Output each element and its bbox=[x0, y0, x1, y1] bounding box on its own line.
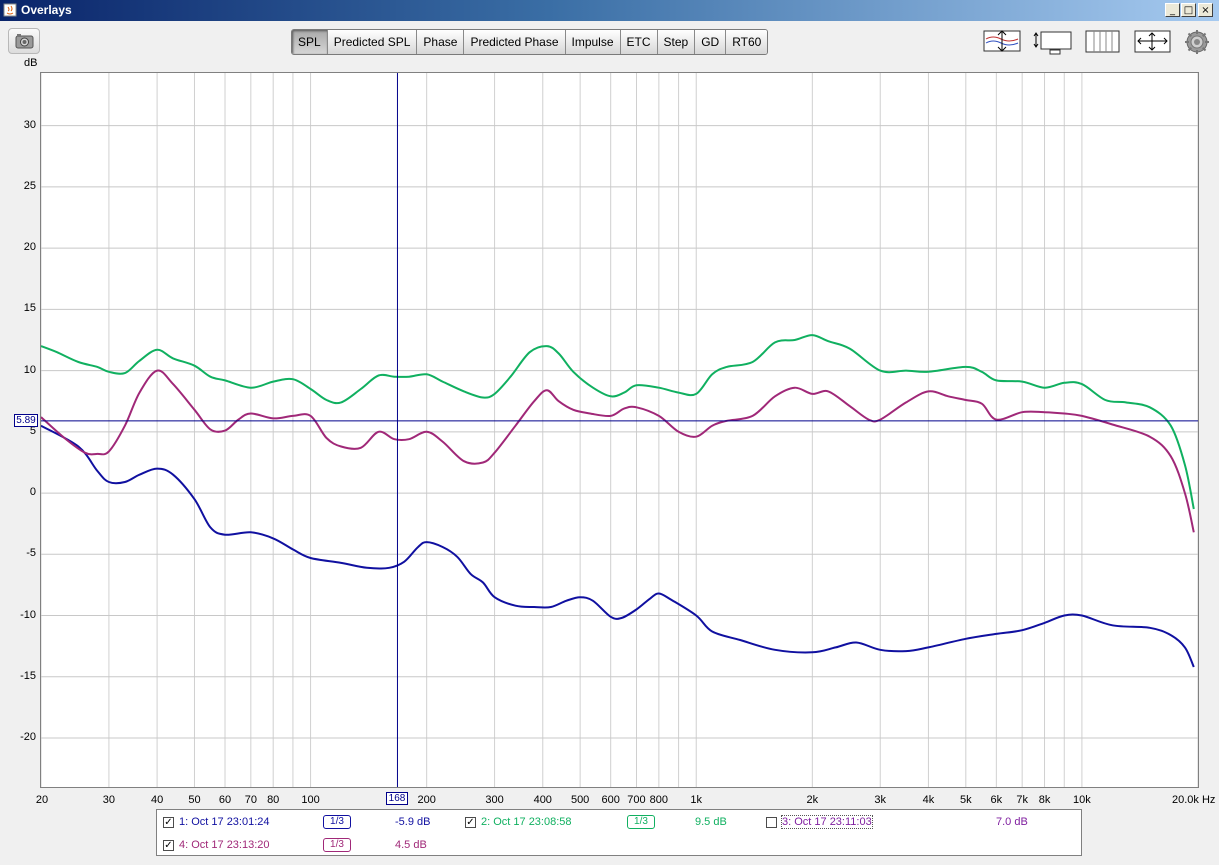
y-tick-label: 0 bbox=[29, 486, 36, 499]
x-tick-label: 40 bbox=[150, 794, 164, 806]
spl-chart[interactable] bbox=[41, 73, 1198, 787]
java-app-icon bbox=[3, 3, 17, 17]
grid-spacing-icon[interactable] bbox=[1085, 29, 1121, 55]
series-line-2 bbox=[41, 334, 1195, 510]
x-tick-label: 800 bbox=[649, 794, 669, 806]
legend-smoothing-4[interactable]: 1/3 bbox=[323, 838, 351, 852]
x-tick-label: 700 bbox=[627, 794, 646, 806]
legend-checkbox-1[interactable]: ✓ bbox=[163, 817, 174, 828]
y-tick-label: -20 bbox=[20, 731, 36, 743]
legend-value-3: 7.0 dB bbox=[996, 816, 1028, 828]
cursor-y-readout: 5.89 bbox=[14, 414, 38, 427]
x-tick-label: 6k bbox=[990, 794, 1003, 806]
camera-button[interactable] bbox=[8, 28, 40, 54]
close-button[interactable]: × bbox=[1198, 3, 1213, 17]
tab-etc[interactable]: ETC bbox=[620, 30, 658, 54]
legend-checkbox-4[interactable]: ✓ bbox=[163, 840, 174, 851]
tab-spl[interactable]: SPL bbox=[292, 30, 328, 54]
camera-icon bbox=[15, 34, 34, 49]
y-tick-label: -5 bbox=[26, 547, 36, 560]
legend-value-4: 4.5 dB bbox=[395, 839, 427, 851]
x-tick-label: 400 bbox=[533, 794, 552, 806]
maximize-button[interactable]: □ bbox=[1181, 3, 1196, 17]
x-tick-label: 4k bbox=[922, 794, 935, 806]
pan-zoom-icon[interactable] bbox=[1134, 29, 1172, 55]
y-tick-label: -10 bbox=[20, 608, 36, 621]
tab-predicted-phase[interactable]: Predicted Phase bbox=[464, 30, 566, 54]
spl-plot-area[interactable] bbox=[40, 72, 1199, 788]
x-tick-label: 7k bbox=[1016, 794, 1028, 806]
tab-step[interactable]: Step bbox=[657, 30, 696, 54]
y-tick-label: 15 bbox=[23, 302, 36, 315]
legend-name-2: 2: Oct 17 23:08:58 bbox=[481, 816, 572, 828]
series-lines bbox=[41, 334, 1195, 668]
x-tick-label: 300 bbox=[485, 794, 504, 806]
graph-limits-icon[interactable] bbox=[1033, 29, 1073, 55]
cursor-crosshair bbox=[41, 73, 1198, 787]
legend-value-2: 9.5 dB bbox=[695, 816, 727, 828]
legend-smoothing-2[interactable]: 1/3 bbox=[627, 815, 655, 829]
legend-value-1: -5.9 dB bbox=[395, 816, 431, 828]
x-tick-label: 30 bbox=[102, 794, 116, 806]
graph-tabs: SPL Predicted SPL Phase Predicted Phase … bbox=[291, 29, 769, 55]
legend-smoothing-1[interactable]: 1/3 bbox=[323, 815, 351, 829]
x-tick-label: 10k bbox=[1073, 794, 1091, 806]
y-axis-unit: dB bbox=[24, 57, 38, 69]
x-tick-label: 500 bbox=[570, 794, 590, 806]
y-tick-label: 10 bbox=[23, 363, 36, 376]
minor-gridlines bbox=[41, 73, 1198, 787]
x-tick-label: 200 bbox=[417, 794, 436, 806]
toolbar: SPL Predicted SPL Phase Predicted Phase … bbox=[0, 22, 1219, 62]
x-tick-label: 70 bbox=[244, 794, 257, 806]
x-tick-label: 1k bbox=[690, 794, 703, 806]
tab-predicted-spl[interactable]: Predicted SPL bbox=[327, 30, 418, 54]
series-line-1 bbox=[41, 424, 1195, 668]
x-tick-label: 2k bbox=[806, 794, 819, 806]
x-tick-label: 80 bbox=[267, 794, 280, 806]
legend-name-3: 3: Oct 17 23:11:03 bbox=[781, 815, 873, 829]
measurement-legend: ✓ 1: Oct 17 23:01:24 1/3 -5.9 dB ✓ 2: Oc… bbox=[156, 809, 1082, 856]
legend-checkbox-3[interactable] bbox=[766, 817, 777, 828]
legend-name-4: 4: Oct 17 23:13:20 bbox=[179, 839, 270, 851]
legend-checkbox-2[interactable]: ✓ bbox=[465, 817, 476, 828]
window-title: Overlays bbox=[21, 3, 72, 17]
cursor-x-readout: 168 bbox=[386, 792, 408, 805]
y-tick-label: -15 bbox=[20, 669, 36, 682]
x-tick-label: 20.0k Hz bbox=[1172, 794, 1216, 806]
x-tick-label: 3k bbox=[874, 794, 887, 806]
y-tick-label: 30 bbox=[23, 118, 36, 131]
x-tick-label: 50 bbox=[188, 794, 201, 806]
tab-gd[interactable]: GD bbox=[695, 30, 727, 54]
x-tick-label: 60 bbox=[218, 794, 232, 806]
settings-gear-icon[interactable] bbox=[1184, 29, 1210, 55]
y-tick-label: 20 bbox=[23, 241, 36, 254]
minimize-button[interactable]: _ bbox=[1165, 3, 1180, 17]
x-tick-label: 20 bbox=[35, 794, 49, 806]
tab-phase[interactable]: Phase bbox=[417, 30, 465, 54]
vertical-scale-icon[interactable] bbox=[983, 29, 1021, 55]
legend-entry-3[interactable]: 3: Oct 17 23:11:03 7.0 dB bbox=[766, 815, 1066, 831]
x-tick-label: 600 bbox=[601, 794, 620, 806]
legend-entry-2[interactable]: ✓ 2: Oct 17 23:08:58 1/3 9.5 dB bbox=[465, 815, 765, 831]
legend-entry-4[interactable]: ✓ 4: Oct 17 23:13:20 1/3 4.5 dB bbox=[163, 838, 453, 854]
y-tick-label: 25 bbox=[23, 179, 36, 192]
window-titlebar: Overlays _ □ × bbox=[0, 0, 1219, 21]
legend-name-1: 1: Oct 17 23:01:24 bbox=[179, 816, 270, 828]
x-tick-label: 8k bbox=[1038, 794, 1051, 806]
x-tick-label: 5k bbox=[959, 794, 972, 806]
legend-entry-1[interactable]: ✓ 1: Oct 17 23:01:24 1/3 -5.9 dB bbox=[163, 815, 453, 831]
tab-rt60[interactable]: RT60 bbox=[726, 30, 768, 54]
x-tick-label: 100 bbox=[301, 794, 320, 806]
tab-impulse[interactable]: Impulse bbox=[565, 30, 621, 54]
